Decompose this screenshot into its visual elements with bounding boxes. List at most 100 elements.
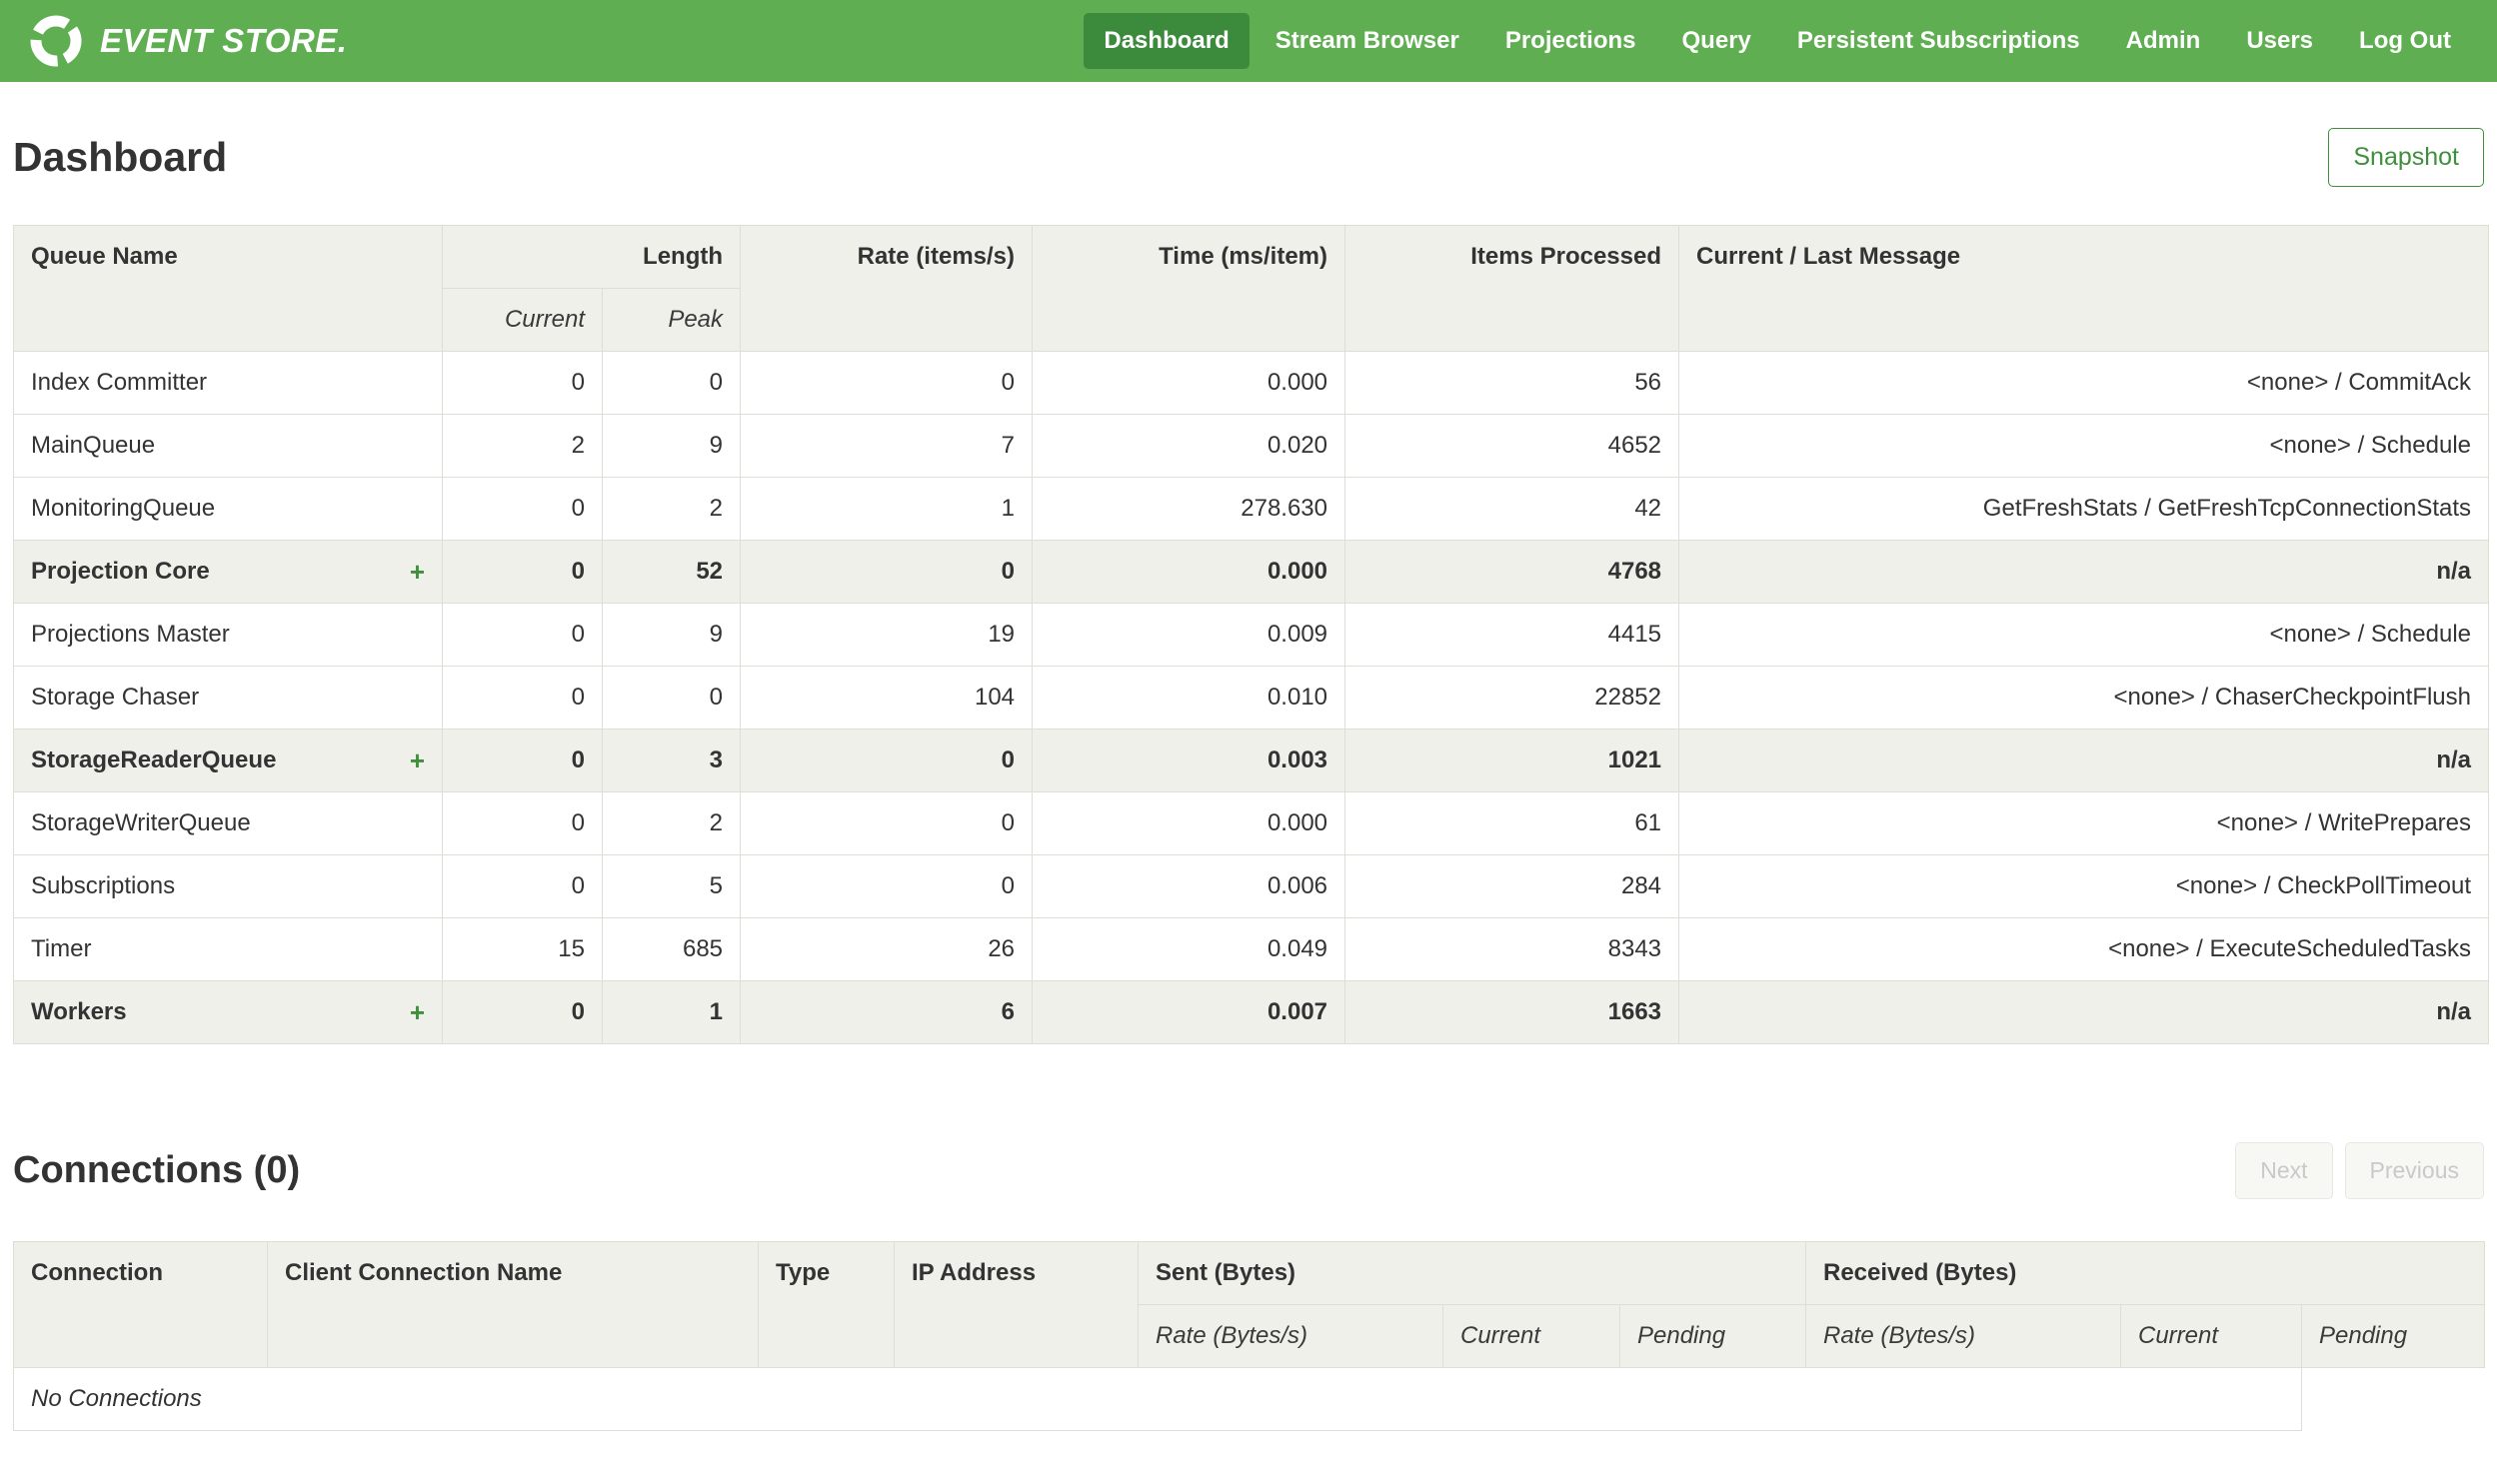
message-cell: <none> / WritePrepares bbox=[1678, 791, 2490, 855]
time-cell: 278.630 bbox=[1032, 477, 1346, 541]
queues-table-header: Queue Name Length Rate (items/s) Time (m… bbox=[13, 225, 2490, 352]
col-header-length: Length bbox=[441, 225, 742, 289]
time-cell: 0.006 bbox=[1032, 854, 1346, 918]
time-cell: 0.007 bbox=[1032, 980, 1346, 1044]
rate-cell: 0 bbox=[740, 854, 1034, 918]
nav-item-log-out[interactable]: Log Out bbox=[2339, 13, 2471, 69]
current-cell: 15 bbox=[442, 917, 603, 981]
message-cell: <none> / Schedule bbox=[1678, 603, 2490, 667]
connections-title: Connections (0) bbox=[13, 1149, 301, 1191]
no-connections-row: No Connections bbox=[13, 1367, 2485, 1431]
items-processed-cell: 284 bbox=[1344, 854, 1680, 918]
queue-name-cell: MainQueue bbox=[13, 414, 443, 478]
rate-cell: 6 bbox=[740, 980, 1034, 1044]
rate-cell: 0 bbox=[740, 351, 1034, 415]
col-header-received-pending: Pending bbox=[2301, 1304, 2485, 1368]
message-cell: <none> / ExecuteScheduledTasks bbox=[1678, 917, 2490, 981]
queue-name: MainQueue bbox=[31, 432, 156, 459]
queue-name: Subscriptions bbox=[31, 872, 176, 899]
time-cell: 0.020 bbox=[1032, 414, 1346, 478]
time-cell: 0.009 bbox=[1032, 603, 1346, 667]
no-connections-message: No Connections bbox=[13, 1367, 2302, 1431]
current-cell: 0 bbox=[442, 980, 603, 1044]
queue-name-cell: Projections Master bbox=[13, 603, 443, 667]
col-header-sent-bytes: Sent (Bytes) bbox=[1138, 1241, 1806, 1305]
items-processed-cell: 4652 bbox=[1344, 414, 1680, 478]
col-header-sent-current: Current bbox=[1442, 1304, 1620, 1368]
rate-cell: 1 bbox=[740, 477, 1034, 541]
col-header-rate: Rate (items/s) bbox=[740, 225, 1034, 352]
col-header-client-connection-name: Client Connection Name bbox=[267, 1241, 759, 1368]
col-header-sent-pending: Pending bbox=[1619, 1304, 1806, 1368]
rate-cell: 0 bbox=[740, 540, 1034, 604]
current-cell: 0 bbox=[442, 477, 603, 541]
queue-row: Timer 15 685 26 0.049 8343 <none> / ExecuteSch… bbox=[13, 917, 2490, 981]
time-cell: 0.049 bbox=[1032, 917, 1346, 981]
expand-icon[interactable]: + bbox=[410, 997, 425, 1027]
col-header-time: Time (ms/item) bbox=[1032, 225, 1346, 352]
brand-name: EVENT STORE. bbox=[100, 22, 348, 59]
main-content: Dashboard Snapshot Queue Name Length Rat… bbox=[0, 128, 2497, 1431]
items-processed-cell: 1021 bbox=[1344, 729, 1680, 792]
current-cell: 0 bbox=[442, 351, 603, 415]
nav-item-users[interactable]: Users bbox=[2226, 13, 2333, 69]
current-cell: 0 bbox=[442, 854, 603, 918]
queue-name-cell: StorageWriterQueue bbox=[13, 791, 443, 855]
previous-button[interactable]: Previous bbox=[2344, 1142, 2484, 1199]
time-cell: 0.010 bbox=[1032, 666, 1346, 730]
current-cell: 0 bbox=[442, 666, 603, 730]
snapshot-button[interactable]: Snapshot bbox=[2328, 128, 2484, 187]
peak-cell: 52 bbox=[601, 540, 742, 604]
items-processed-cell: 61 bbox=[1344, 791, 1680, 855]
queue-name: Projection Core bbox=[31, 558, 210, 585]
queue-name: StorageWriterQueue bbox=[31, 809, 251, 836]
brand-link[interactable]: EVENT STORE. bbox=[28, 13, 347, 69]
queue-row: Workers +0 1 6 0.007 1663 n/a bbox=[13, 980, 2490, 1044]
queue-name-cell: Projection Core + bbox=[13, 540, 443, 604]
nav-item-admin[interactable]: Admin bbox=[2106, 13, 2221, 69]
nav-item-query[interactable]: Query bbox=[1662, 13, 1771, 69]
queue-row: Index Committer 0 0 0 0.000 56 <none> / Commit… bbox=[13, 351, 2490, 415]
col-header-sent-rate: Rate (Bytes/s) bbox=[1138, 1304, 1443, 1368]
expand-icon[interactable]: + bbox=[410, 557, 425, 587]
current-cell: 2 bbox=[442, 414, 603, 478]
connections-section-header: Connections (0) Next Previous bbox=[13, 1142, 2484, 1199]
queue-name: Index Committer bbox=[31, 369, 208, 396]
message-cell: n/a bbox=[1678, 729, 2490, 792]
queue-name-cell: MonitoringQueue bbox=[13, 477, 443, 541]
message-cell: GetFreshStats / GetFreshTcpConnectionSta… bbox=[1678, 477, 2490, 541]
peak-cell: 9 bbox=[601, 414, 742, 478]
current-cell: 0 bbox=[442, 729, 603, 792]
peak-cell: 685 bbox=[601, 917, 742, 981]
items-processed-cell: 42 bbox=[1344, 477, 1680, 541]
queues-table-body: Index Committer 0 0 0 0.000 56 <none> / Commit… bbox=[13, 351, 2490, 1044]
items-processed-cell: 4768 bbox=[1344, 540, 1680, 604]
col-header-current: Current bbox=[442, 288, 603, 352]
col-header-connection: Connection bbox=[13, 1241, 268, 1368]
items-processed-cell: 8343 bbox=[1344, 917, 1680, 981]
next-button[interactable]: Next bbox=[2235, 1142, 2333, 1199]
peak-cell: 5 bbox=[601, 854, 742, 918]
queue-name-cell: Storage Chaser bbox=[13, 666, 443, 730]
nav-item-persistent-subscriptions[interactable]: Persistent Subscriptions bbox=[1777, 13, 2100, 69]
time-cell: 0.000 bbox=[1032, 351, 1346, 415]
nav-item-stream-browser[interactable]: Stream Browser bbox=[1255, 13, 1479, 69]
rate-cell: 0 bbox=[740, 729, 1034, 792]
nav-item-projections[interactable]: Projections bbox=[1485, 13, 1656, 69]
nav-menu: Dashboard Stream Browser Projections Query P… bbox=[1084, 13, 2471, 69]
queue-row: Storage Chaser 0 0 104 0.010 22852 <none> / Ch… bbox=[13, 666, 2490, 730]
queue-name: Workers bbox=[31, 998, 127, 1025]
eventstore-logo-icon bbox=[28, 13, 84, 69]
expand-icon[interactable]: + bbox=[410, 745, 425, 775]
col-header-type: Type bbox=[758, 1241, 895, 1368]
col-header-queue-name: Queue Name bbox=[13, 225, 443, 352]
message-cell: <none> / Schedule bbox=[1678, 414, 2490, 478]
nav-item-dashboard[interactable]: Dashboard bbox=[1084, 13, 1249, 69]
rate-cell: 19 bbox=[740, 603, 1034, 667]
time-cell: 0.000 bbox=[1032, 791, 1346, 855]
connections-table-body: No Connections bbox=[13, 1367, 2485, 1431]
queue-name: StorageReaderQueue bbox=[31, 746, 277, 773]
rate-cell: 0 bbox=[740, 791, 1034, 855]
page-header: Dashboard Snapshot bbox=[13, 128, 2484, 187]
current-cell: 0 bbox=[442, 540, 603, 604]
